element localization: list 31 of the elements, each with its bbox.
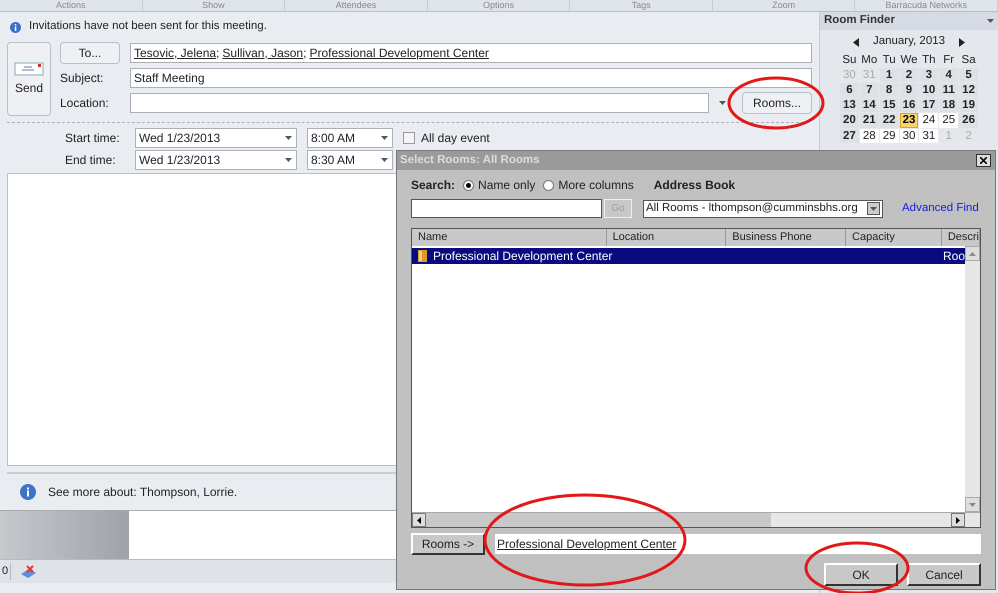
- time-label: End time:: [65, 152, 117, 169]
- separator: ;: [303, 45, 306, 62]
- weekday-label: Sa: [960, 53, 977, 67]
- radio-label: More columns: [558, 177, 634, 194]
- people-pane-text: See more about: Thompson, Lorrie.: [48, 484, 238, 501]
- subject-label: Subject:: [60, 70, 104, 87]
- all-day-label: All day event: [421, 130, 490, 147]
- address-book-label: Address Book: [654, 177, 736, 194]
- radio-label: Name only: [478, 177, 536, 194]
- weekday-label: We: [900, 53, 918, 67]
- ribbon-group-label: Barracuda Networks: [855, 0, 998, 11]
- ribbon-group-label: Show: [142, 0, 286, 11]
- info-message: Invitations have not been sent for this meeting.: [29, 19, 267, 34]
- status-text: 0: [0, 563, 12, 580]
- separator: ;: [216, 45, 220, 62]
- weekday-label: Su: [841, 53, 858, 67]
- weekday-label: Tu: [882, 53, 897, 67]
- location-label: Location:: [60, 95, 110, 112]
- ribbon-group-label: Actions: [0, 0, 143, 11]
- weekday-label: Fr: [942, 53, 956, 67]
- ribbon-group-label: Options: [428, 0, 570, 11]
- room-finder-title: Room Finder: [824, 13, 895, 28]
- weekday-label: Th: [921, 53, 937, 67]
- search-label: Search:: [411, 177, 456, 194]
- dialog-title: Select Rooms: All Rooms: [400, 152, 540, 168]
- weekday-label: Mo: [860, 53, 878, 67]
- time-label: Start time:: [65, 130, 121, 147]
- month-label: January, 2013: [872, 34, 946, 50]
- ribbon-group-label: Zoom: [712, 0, 856, 11]
- ribbon-group-label: Attendees: [285, 0, 428, 11]
- ribbon-group-label: Tags: [570, 0, 713, 11]
